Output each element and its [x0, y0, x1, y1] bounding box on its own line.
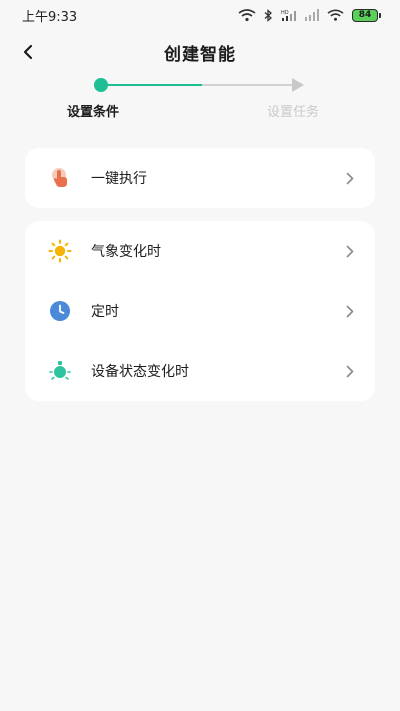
step-arrow-icon: [292, 78, 304, 92]
svg-text:HD: HD: [281, 10, 289, 16]
back-arrow-icon: [23, 44, 33, 60]
sun-icon: [47, 238, 73, 264]
hd-signal-icon: HD: [281, 9, 297, 22]
cell-signal-icon: [305, 9, 319, 21]
status-time: 上午9:33: [22, 9, 78, 25]
list-item-label: 气象变化时: [91, 244, 161, 260]
list-item-device-state-change[interactable]: 设备状态变化时: [25, 341, 375, 401]
clock-icon: [47, 298, 73, 324]
chevron-right-icon: [343, 304, 357, 318]
back-button[interactable]: [10, 34, 46, 70]
list-item-label: 设备状态变化时: [91, 364, 189, 380]
status-bar: 上午9:33 HD 84: [0, 0, 400, 30]
device-light-icon: [47, 358, 73, 384]
wifi-icon-2: [327, 9, 344, 22]
chevron-right-icon: [343, 244, 357, 258]
step-remaining-line: [202, 84, 296, 86]
wifi-icon: [238, 8, 256, 22]
battery-icon: 84: [352, 8, 381, 22]
tap-hand-icon: [47, 165, 73, 191]
chevron-right-icon: [343, 171, 357, 185]
condition-list-card: 气象变化时 定时 设备状态变化时: [25, 221, 375, 401]
bluetooth-icon: [264, 8, 273, 22]
list-item-timer[interactable]: 定时: [25, 281, 375, 341]
step-label-conditions[interactable]: 设置条件: [67, 101, 119, 120]
list-item-one-key-execute[interactable]: 一键执行: [25, 148, 375, 208]
list-item-weather-change[interactable]: 气象变化时: [25, 221, 375, 281]
step-current-dot: [94, 78, 108, 92]
stepper: 设置条件 设置任务: [0, 74, 400, 124]
manual-trigger-card: 一键执行: [25, 148, 375, 208]
page-title: 创建智能: [164, 44, 236, 65]
step-label-tasks[interactable]: 设置任务: [267, 101, 319, 120]
chevron-right-icon: [343, 364, 357, 378]
step-progress-line: [100, 84, 202, 86]
battery-level: 84: [358, 10, 372, 20]
status-icons: HD 84: [238, 8, 381, 22]
header: 创建智能: [0, 30, 400, 74]
list-item-label: 一键执行: [91, 171, 147, 187]
list-item-label: 定时: [91, 304, 119, 320]
